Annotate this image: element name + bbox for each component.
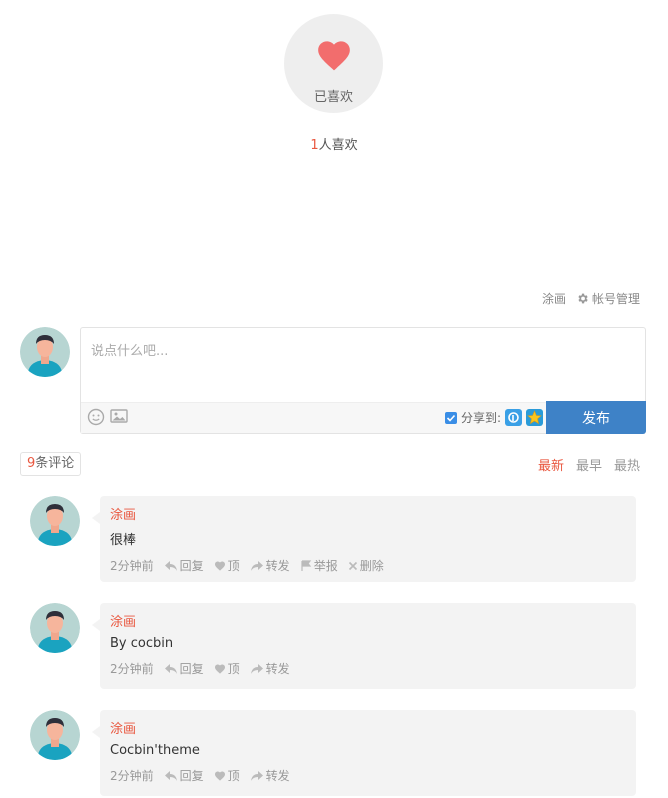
check-icon bbox=[446, 414, 456, 422]
comment-time: 2分钟前 bbox=[110, 662, 154, 676]
sort-tab-oldest[interactable]: 最早 bbox=[576, 455, 602, 474]
comment-time: 2分钟前 bbox=[110, 559, 154, 573]
report-button[interactable]: 举报 bbox=[300, 557, 338, 574]
comment-avatar[interactable] bbox=[30, 603, 80, 653]
comment-avatar[interactable] bbox=[30, 710, 80, 760]
reply-button[interactable]: 回复 bbox=[164, 557, 204, 574]
comment-text: By cocbin bbox=[110, 636, 174, 651]
like-count-number: 1 bbox=[310, 138, 319, 153]
like-button[interactable]: 已喜欢 bbox=[284, 14, 383, 113]
comment-author[interactable]: 涂画 bbox=[110, 718, 626, 737]
upvote-label: 顶 bbox=[227, 769, 240, 783]
forward-icon bbox=[250, 770, 263, 781]
forward-icon bbox=[250, 560, 263, 571]
comment-author[interactable]: 涂画 bbox=[110, 504, 626, 523]
forward-button[interactable]: 转发 bbox=[250, 557, 290, 574]
upvote-button[interactable]: 顶 bbox=[214, 660, 240, 677]
delete-button[interactable]: 删除 bbox=[348, 557, 384, 574]
account-bar: 涂画 帐号管理 bbox=[542, 290, 640, 307]
forward-button[interactable]: 转发 bbox=[250, 767, 290, 784]
share-to: 分享到: bbox=[444, 409, 543, 426]
image-upload-icon[interactable] bbox=[110, 408, 128, 428]
comment-actions: 2分钟前 回复 顶 转发 举报 删除 bbox=[110, 557, 626, 574]
share-checkbox[interactable] bbox=[444, 411, 457, 424]
comment-composer: 分享到: 发布 bbox=[80, 327, 646, 434]
like-status-label: 已喜欢 bbox=[313, 90, 353, 105]
account-username[interactable]: 涂画 bbox=[542, 290, 566, 307]
upvote-label: 顶 bbox=[227, 559, 240, 573]
comment-count: 9条评论 bbox=[20, 452, 82, 476]
forward-label: 转发 bbox=[265, 559, 290, 573]
like-count: 1人喜欢 bbox=[0, 134, 668, 153]
comment-actions: 2分钟前 回复 顶 转发 bbox=[110, 660, 626, 677]
reply-label: 回复 bbox=[179, 559, 204, 573]
reply-button[interactable]: 回复 bbox=[164, 767, 204, 784]
comment-bubble: 涂画 Cocbin'theme 2分钟前 回复 顶 转发 bbox=[92, 710, 636, 796]
publish-button[interactable]: 发布 bbox=[546, 401, 646, 434]
heart-icon bbox=[214, 771, 225, 781]
comment-bubble: 涂画 很棒 2分钟前 回复 顶 转发 举报 删除 bbox=[92, 496, 636, 582]
sort-tab-newest[interactable]: 最新 bbox=[538, 455, 564, 474]
delete-label: 删除 bbox=[359, 559, 384, 573]
user-avatar-icon bbox=[20, 327, 70, 377]
comment-text: 很棒 bbox=[110, 533, 137, 548]
close-icon bbox=[348, 561, 357, 570]
forward-button[interactable]: 转发 bbox=[250, 660, 290, 677]
report-label: 举报 bbox=[313, 559, 338, 573]
reply-icon bbox=[164, 560, 177, 571]
current-user-avatar bbox=[20, 327, 70, 377]
sort-tab-hottest[interactable]: 最热 bbox=[614, 455, 640, 474]
upvote-button[interactable]: 顶 bbox=[214, 767, 240, 784]
account-manage-link[interactable]: 帐号管理 bbox=[576, 290, 640, 307]
forward-label: 转发 bbox=[265, 662, 290, 676]
account-manage-label: 帐号管理 bbox=[591, 292, 640, 306]
reply-label: 回复 bbox=[179, 662, 204, 676]
forward-label: 转发 bbox=[265, 769, 290, 783]
comment-avatar[interactable] bbox=[30, 496, 80, 546]
reply-label: 回复 bbox=[179, 769, 204, 783]
share-label: 分享到: bbox=[460, 411, 501, 425]
heart-icon bbox=[214, 664, 225, 674]
weibo-share-icon[interactable] bbox=[505, 409, 522, 426]
comment-input[interactable] bbox=[81, 328, 645, 402]
flag-icon bbox=[301, 559, 311, 571]
comment-actions: 2分钟前 回复 顶 转发 bbox=[110, 767, 626, 784]
like-count-suffix: 人喜欢 bbox=[318, 138, 358, 153]
gear-icon bbox=[578, 293, 588, 304]
emoji-icon[interactable] bbox=[87, 408, 105, 430]
comment-text: Cocbin'theme bbox=[110, 743, 200, 758]
comment-time: 2分钟前 bbox=[110, 769, 154, 783]
reply-icon bbox=[164, 770, 177, 781]
qzone-share-icon[interactable] bbox=[526, 409, 543, 426]
upvote-button[interactable]: 顶 bbox=[214, 557, 240, 574]
heart-icon bbox=[214, 561, 225, 571]
reply-button[interactable]: 回复 bbox=[164, 660, 204, 677]
forward-icon bbox=[250, 663, 263, 674]
upvote-label: 顶 bbox=[227, 662, 240, 676]
comment-count-suffix: 条评论 bbox=[35, 456, 75, 471]
comment-author[interactable]: 涂画 bbox=[110, 611, 626, 630]
heart-icon bbox=[317, 41, 350, 71]
reply-icon bbox=[164, 663, 177, 674]
sort-tabs: 最新 最早 最热 bbox=[538, 455, 640, 474]
comment-bubble: 涂画 By cocbin 2分钟前 回复 顶 转发 bbox=[92, 603, 636, 689]
